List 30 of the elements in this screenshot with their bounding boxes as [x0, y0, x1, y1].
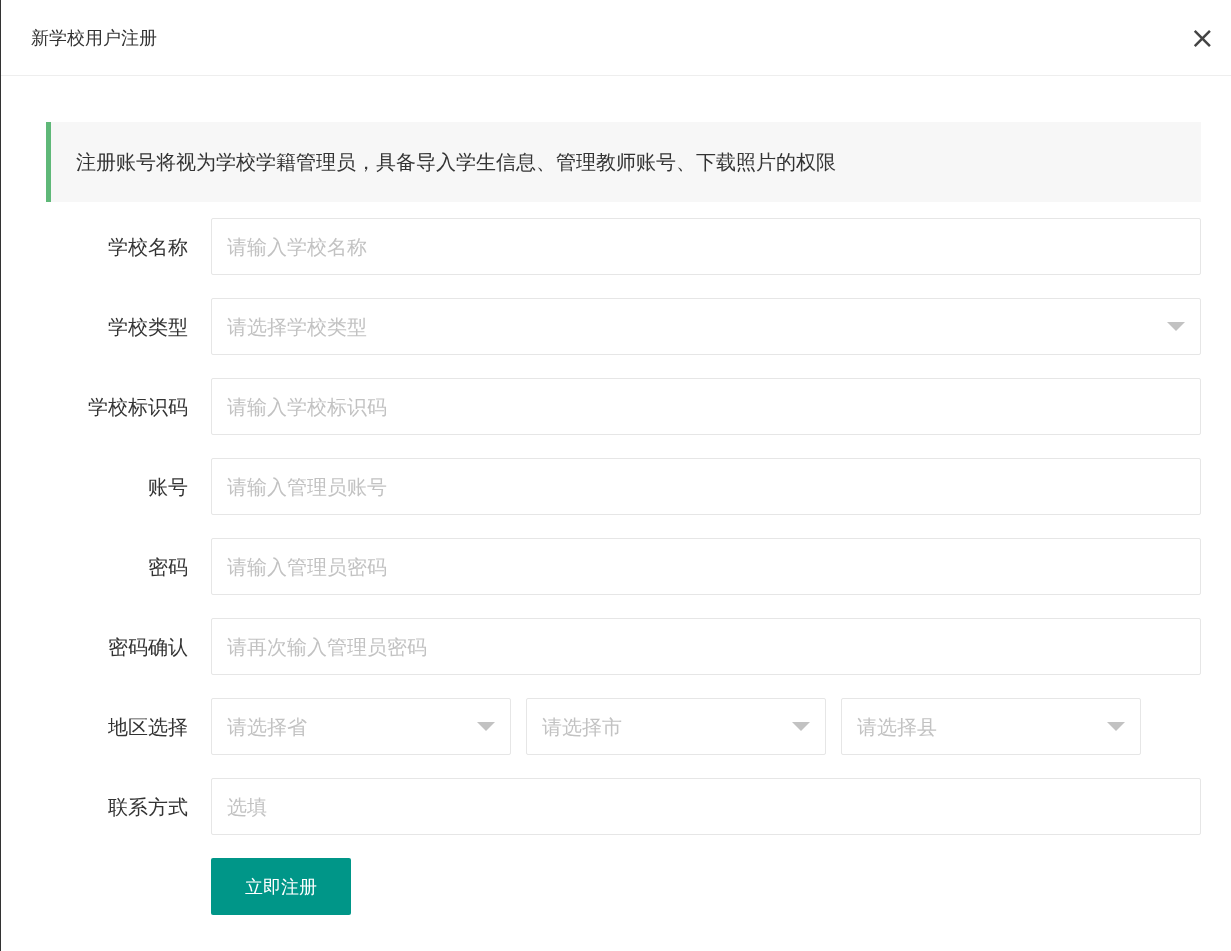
select-placeholder: 请选择学校类型	[227, 313, 367, 341]
field-label: 账号	[147, 473, 188, 501]
select-placeholder: 请选择县	[857, 713, 937, 741]
select-field[interactable]: 请选择市	[526, 698, 826, 755]
input-field[interactable]: 选填	[211, 778, 1201, 835]
input-field[interactable]: 请输入管理员账号	[211, 458, 1201, 515]
input-field[interactable]: 请输入管理员密码	[211, 538, 1201, 595]
field-label: 学校标识码	[87, 393, 188, 421]
input-field[interactable]: 请输入学校名称	[211, 218, 1201, 275]
notice-text: 注册账号将视为学校学籍管理员，具备导入学生信息、管理教师账号、下载照片的权限	[46, 122, 1201, 202]
input-field[interactable]: 请再次输入管理员密码	[211, 618, 1201, 675]
field-label: 密码	[147, 553, 188, 581]
field-label: 学校类型	[107, 313, 188, 341]
field-label: 学校名称	[107, 233, 188, 261]
dropdown-caret-icon	[1167, 322, 1185, 331]
select-placeholder: 请选择省	[227, 713, 307, 741]
close-button[interactable]: ×	[1185, 22, 1219, 53]
field-label: 联系方式	[107, 793, 188, 821]
dropdown-caret-icon	[792, 722, 810, 731]
field-label: 密码确认	[107, 633, 188, 661]
dropdown-caret-icon	[477, 722, 495, 731]
dropdown-caret-icon	[1107, 722, 1125, 731]
select-field[interactable]: 请选择县	[841, 698, 1141, 755]
select-field[interactable]: 请选择省	[211, 698, 511, 755]
input-field[interactable]: 请输入学校标识码	[211, 378, 1201, 435]
dialog-title: 新学校用户注册	[31, 26, 157, 50]
select-field[interactable]: 请选择学校类型	[211, 298, 1201, 355]
register-button[interactable]: 立即注册	[211, 858, 351, 915]
select-placeholder: 请选择市	[542, 713, 622, 741]
field-label: 地区选择	[107, 713, 188, 741]
